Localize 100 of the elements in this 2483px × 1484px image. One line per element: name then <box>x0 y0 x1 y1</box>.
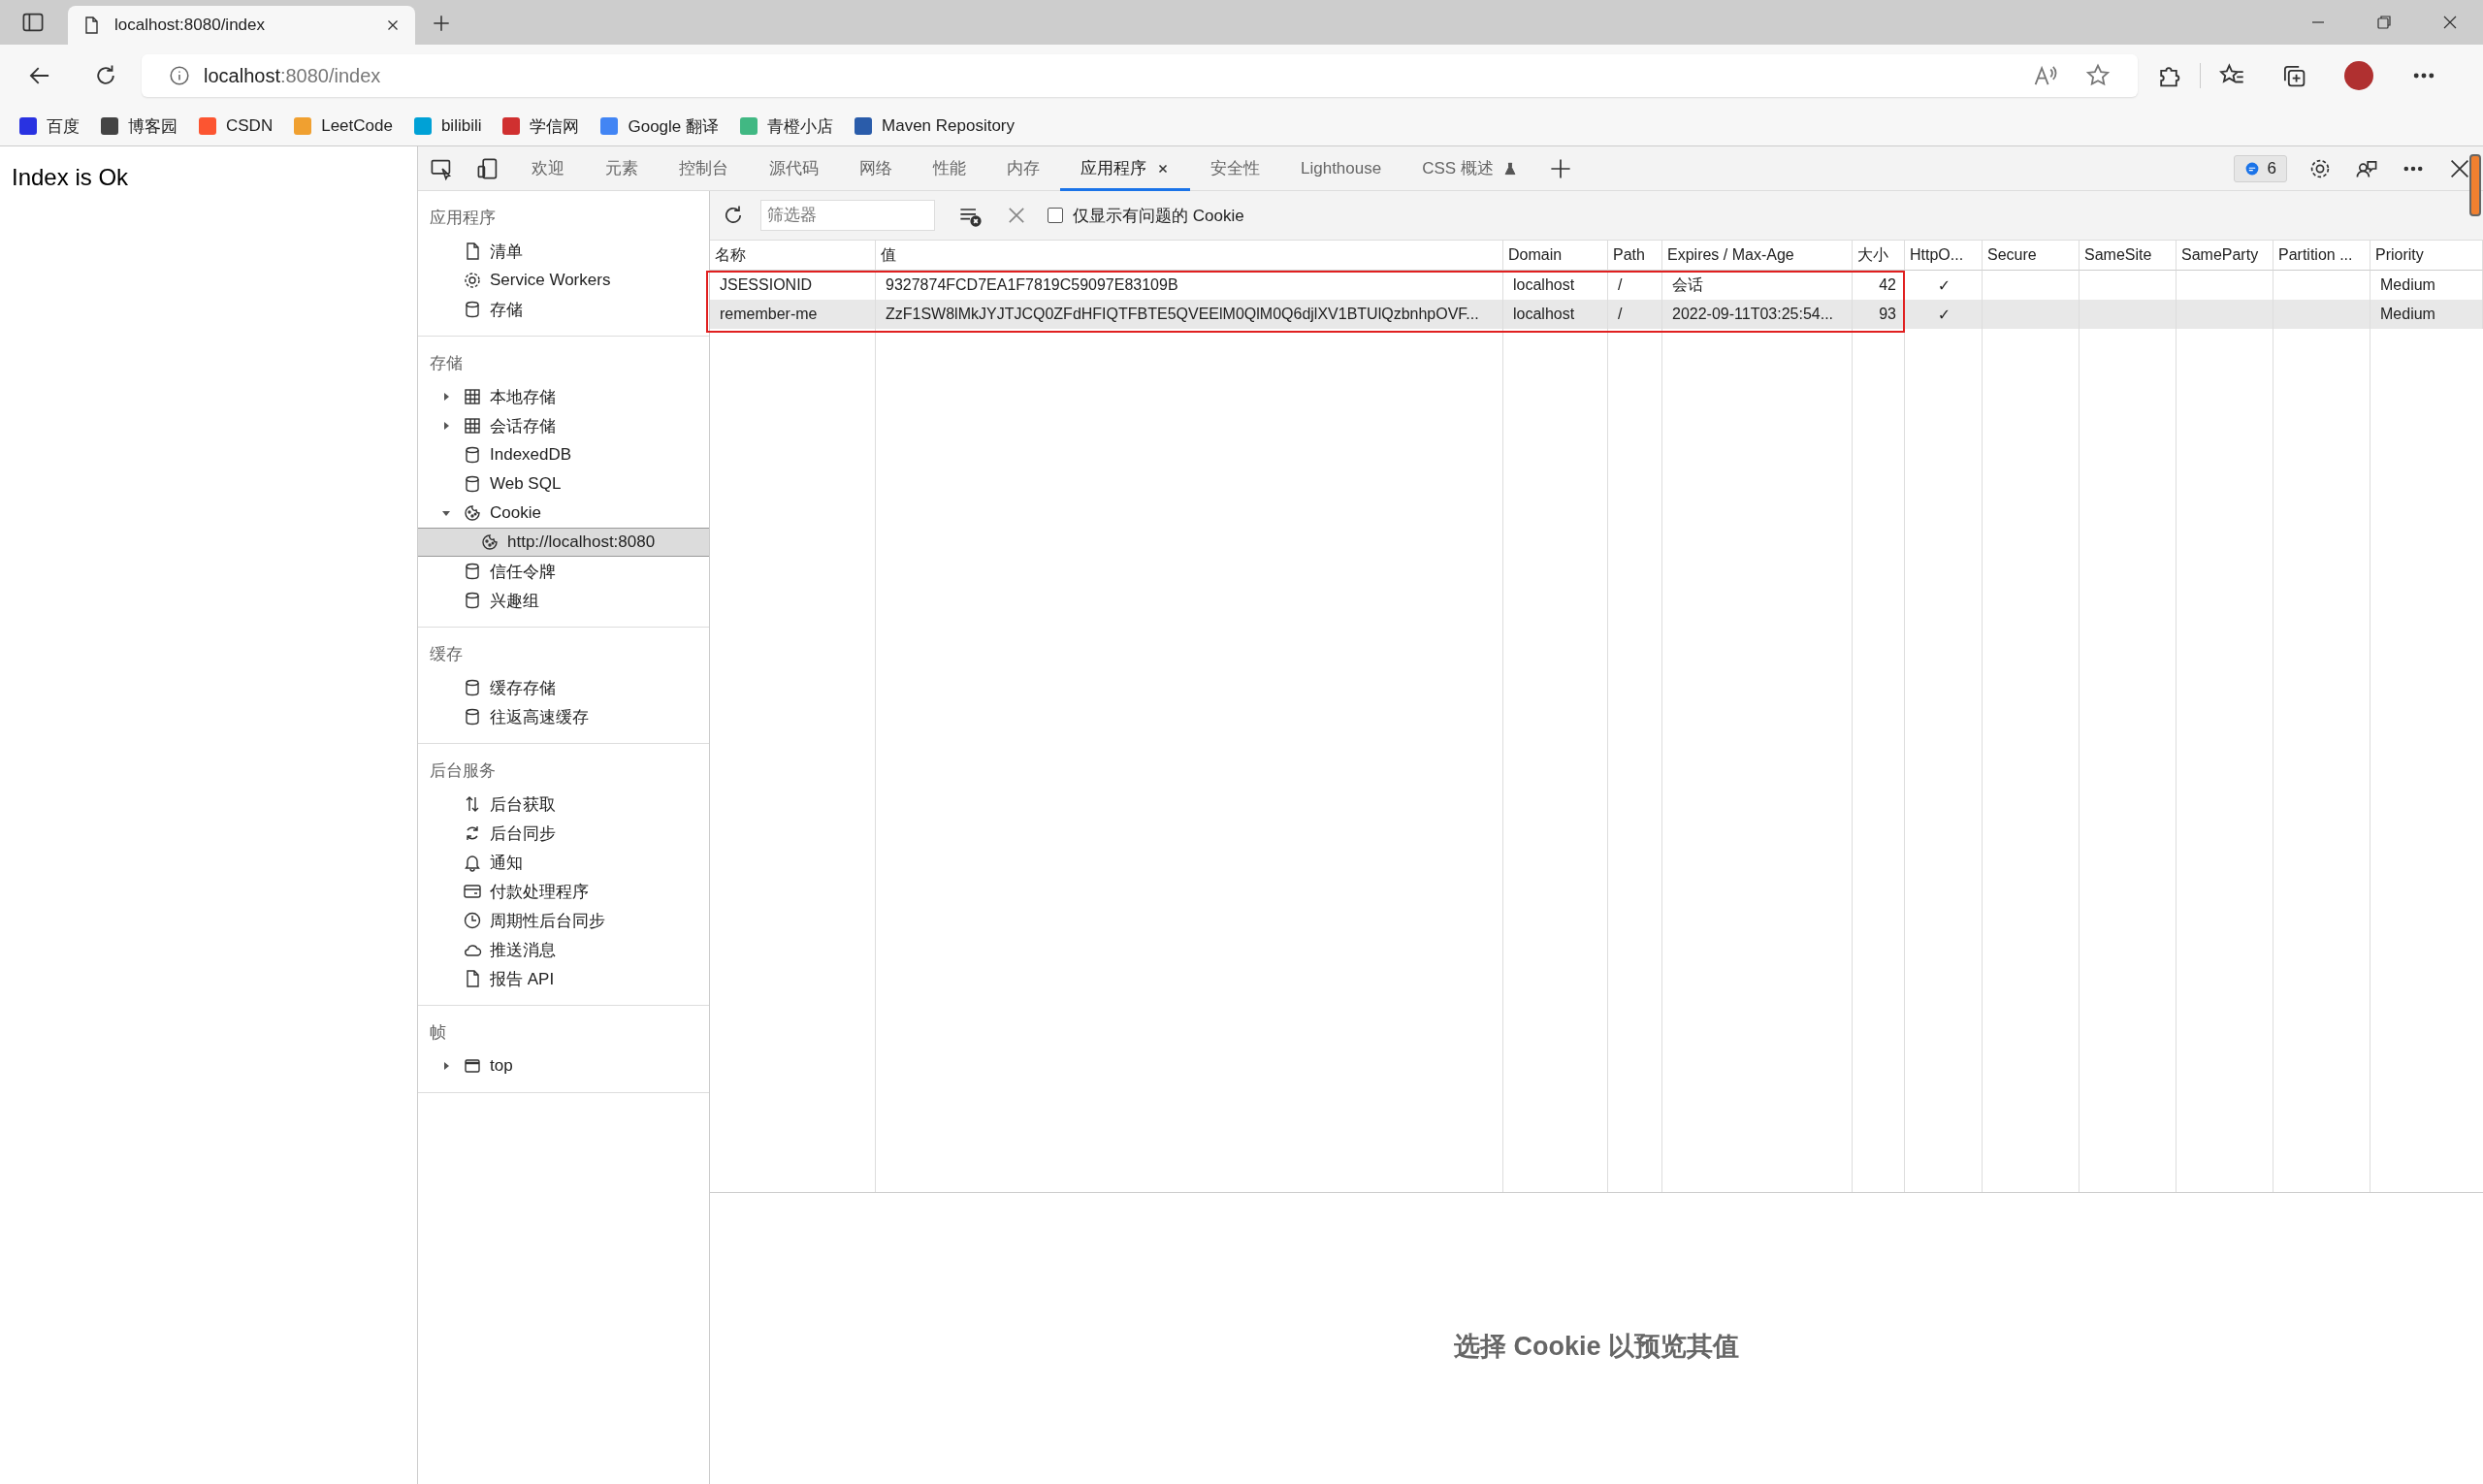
section-title: 后台服务 <box>429 760 497 782</box>
tree-item[interactable]: 清单 <box>418 237 709 266</box>
table-cell[interactable] <box>2273 300 2370 329</box>
bookmark-link[interactable]: Google 翻译 <box>600 114 720 138</box>
tab-title: localhost:8080/index <box>114 16 266 35</box>
expand-arrow-icon[interactable] <box>441 392 451 402</box>
tree-item[interactable]: top <box>418 1051 709 1081</box>
tree-item[interactable]: 往返高速缓存 <box>418 702 709 731</box>
browser-tab[interactable]: localhost:8080/index <box>68 6 415 45</box>
table-cell[interactable]: 2022-09-11T03:25:54... <box>1662 300 1853 329</box>
database-icon <box>463 707 482 726</box>
favicon-icon <box>600 117 619 135</box>
bookmark-link[interactable]: Maven Repository <box>855 116 1016 136</box>
bookmark-link[interactable]: 百度 <box>19 114 80 138</box>
favicon-icon <box>855 117 873 135</box>
bell-icon <box>463 853 482 872</box>
address-bar[interactable]: localhost:8080/index <box>142 54 2138 97</box>
tree-item[interactable]: 缓存存储 <box>418 673 709 702</box>
preview-message: 选择 Cookie 以预览其值 <box>1454 1331 1739 1363</box>
section-title: 存储 <box>429 353 464 374</box>
page-text: Index is Ok <box>12 164 129 190</box>
tree-item[interactable]: Service Workers <box>418 266 709 295</box>
issues-badge[interactable]: 6 <box>2233 154 2287 182</box>
table-cell[interactable] <box>2177 300 2273 329</box>
database-icon <box>463 591 482 610</box>
table-cell[interactable] <box>2080 300 2177 329</box>
devtools-tab[interactable]: CSS 概述 <box>1402 145 1537 191</box>
tree-item[interactable]: 后台同步 <box>418 819 709 848</box>
table-cell[interactable]: ZzF1SW8lMkJYJTJCQ0ZFdHFIQTFBTE5QVEElM0QlM0Q6djlXV1BTUlQzbnhpOVF... <box>876 300 1503 329</box>
devtools-tab[interactable]: 源代码 <box>749 145 839 191</box>
new-tab-icon[interactable] <box>431 13 452 34</box>
devtools-tab[interactable]: 控制台 <box>659 145 749 191</box>
message-icon <box>2243 160 2260 177</box>
tab-actions-icon[interactable] <box>21 11 45 34</box>
tree-item[interactable]: 周期性后台同步 <box>418 906 709 935</box>
tree-item[interactable]: 信任令牌 <box>418 557 709 586</box>
scrollbar[interactable] <box>2469 154 2481 216</box>
frame-icon <box>463 1056 482 1076</box>
table-cell[interactable]: localhost <box>1503 300 1608 329</box>
table-cell[interactable]: ✓ <box>1905 300 1983 329</box>
favicon-icon <box>740 117 758 135</box>
devtools-tab[interactable]: 元素 <box>585 145 659 191</box>
table-icon <box>463 387 482 406</box>
section-title: 应用程序 <box>429 208 497 229</box>
info-icon <box>169 65 190 86</box>
tree-item[interactable]: IndexedDB <box>418 440 709 469</box>
tree-item[interactable]: 通知 <box>418 848 709 877</box>
devtools-tab[interactable]: 安全性 <box>1190 145 1280 191</box>
tree-item[interactable]: http://localhost:8080 <box>418 528 709 557</box>
tree-item[interactable]: Cookie <box>418 499 709 528</box>
bookmark-link[interactable]: 博客园 <box>101 114 177 138</box>
tree-item[interactable]: 付款处理程序 <box>418 877 709 906</box>
bookmark-link[interactable]: LeetCode <box>294 116 393 136</box>
tree-item[interactable]: 兴趣组 <box>418 586 709 615</box>
database-icon <box>463 300 482 319</box>
section-title: 帧 <box>429 1022 447 1044</box>
tree-item[interactable]: 本地存储 <box>418 382 709 411</box>
devtools-tab[interactable]: 内存 <box>986 145 1060 191</box>
tree-item[interactable]: Web SQL <box>418 469 709 499</box>
tree-item[interactable]: 后台获取 <box>418 790 709 819</box>
devtools-tab[interactable]: 网络 <box>839 145 913 191</box>
tree-item[interactable]: 会话存储 <box>418 411 709 440</box>
collections-icon[interactable] <box>2281 63 2306 88</box>
favicon-icon <box>502 117 521 135</box>
devtools-tab[interactable]: 性能 <box>913 145 986 191</box>
table-cell[interactable]: / <box>1608 300 1662 329</box>
database-icon <box>463 445 482 465</box>
tree-item[interactable]: 报告 API <box>418 964 709 993</box>
table-cell[interactable]: Medium <box>2370 300 2483 329</box>
tree-item[interactable]: 推送消息 <box>418 935 709 964</box>
checkbox[interactable] <box>1048 208 1063 223</box>
checkbox-label: 仅显示有问题的 Cookie <box>1073 205 1244 227</box>
bookmark-link[interactable]: CSDN <box>199 116 274 136</box>
expand-arrow-icon[interactable] <box>441 421 451 431</box>
more-tabs-icon[interactable] <box>1548 156 1572 180</box>
favicon-icon <box>19 117 37 135</box>
table-cell[interactable] <box>1983 300 2080 329</box>
column-header[interactable]: Priority <box>2370 241 2483 271</box>
favicon-icon <box>294 117 312 135</box>
device-icon[interactable] <box>476 156 500 180</box>
restore-icon[interactable] <box>2374 13 2394 32</box>
cookie-icon <box>463 503 482 523</box>
favicon-icon <box>101 117 118 135</box>
devtools-tab[interactable]: 欢迎 <box>511 145 585 191</box>
bookmark-link[interactable]: 青橙小店 <box>740 114 834 138</box>
database-icon <box>463 474 482 494</box>
favicon-icon <box>413 117 432 135</box>
add-favorite-icon[interactable] <box>2085 63 2111 88</box>
expand-arrow-icon[interactable] <box>441 1061 451 1071</box>
gear-icon <box>463 271 482 290</box>
table-cell[interactable]: remember-me <box>710 300 876 329</box>
bookmark-link[interactable]: 学信网 <box>502 114 580 138</box>
tree-item[interactable]: 存储 <box>418 295 709 324</box>
devtools-tab[interactable]: Lighthouse <box>1280 145 1403 191</box>
profile-avatar[interactable] <box>2344 61 2373 90</box>
collapse-arrow-icon[interactable] <box>441 508 451 518</box>
filter-field[interactable]: 筛选器 <box>760 200 935 231</box>
database-icon <box>463 562 482 581</box>
bookmark-link[interactable]: bilibili <box>413 116 482 136</box>
table-cell[interactable]: 93 <box>1853 300 1905 329</box>
